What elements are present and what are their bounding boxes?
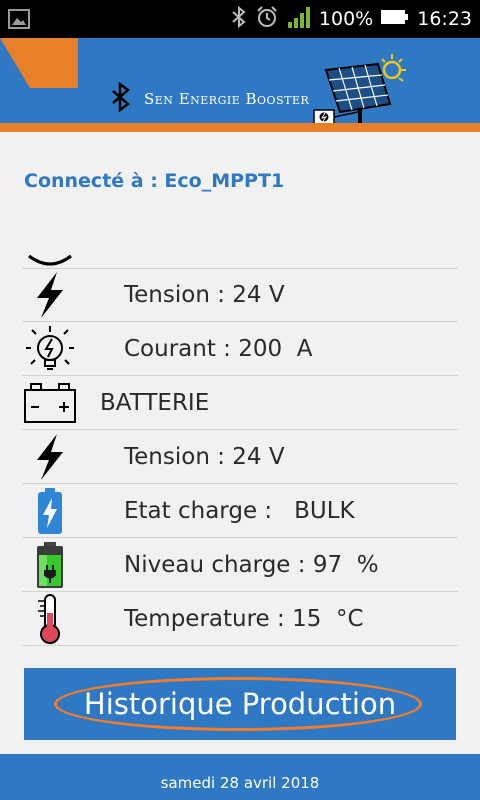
brand-name: Sen Energie Booster [144, 90, 310, 108]
temperature-row: Temperature : 15 °C [22, 592, 458, 646]
pv-voltage-row: Tension : 24 V [22, 268, 458, 322]
footer-date: samedi 28 avril 2018 [160, 774, 320, 792]
brand: Sen Energie Booster [110, 81, 310, 116]
historique-production-button[interactable]: Historique Production [24, 668, 456, 740]
thermometer-icon [22, 592, 78, 646]
battery-charging-icon [22, 484, 78, 538]
app-header: Sen Energie Booster [0, 38, 480, 132]
clock-time: 16:23 [417, 8, 472, 30]
charge-state-label: Etat charge : BULK [124, 498, 355, 524]
signal-icon [287, 5, 311, 33]
header-accent-stripe [0, 123, 480, 132]
battery-icon [381, 9, 409, 29]
battery-voltage-label: Tension : 24 V [124, 444, 285, 470]
battery-percent: 100% [318, 8, 374, 30]
charge-level-row: Niveau charge : 97 % [22, 538, 458, 592]
corner-decoration [0, 38, 78, 88]
historique-production-label: Historique Production [83, 687, 397, 721]
footer: samedi 28 avril 2018 [0, 754, 480, 800]
bluetooth-icon [231, 5, 247, 33]
battery-level-icon [22, 538, 78, 592]
lightbulb-icon [22, 322, 78, 376]
solar-panel-icon [313, 54, 406, 127]
battery-section-label: BATTERIE [100, 390, 210, 416]
battery-voltage-row: Tension : 24 V [22, 430, 458, 484]
pv-voltage-label: Tension : 24 V [124, 282, 285, 308]
temperature-label: Temperature : 15 °C [124, 606, 364, 632]
bluetooth-icon [110, 81, 132, 116]
image-icon [8, 9, 30, 29]
charge-state-row: Etat charge : BULK [22, 484, 458, 538]
lightning-icon [22, 268, 78, 322]
charge-level-label: Niveau charge : 97 % [124, 552, 379, 578]
list-item [22, 215, 458, 269]
battery-section-row: BATTERIE [22, 376, 458, 430]
pv-current-label: Courant : 200 A [124, 336, 313, 362]
lightning-icon [22, 430, 78, 484]
alarm-icon [255, 5, 279, 33]
connection-status: Connecté à : Eco_MPPT1 [24, 170, 285, 192]
battery-outline-icon [22, 376, 78, 430]
status-bar: 100% 16:23 [0, 0, 480, 38]
pv-current-row: Courant : 200 A [22, 322, 458, 376]
